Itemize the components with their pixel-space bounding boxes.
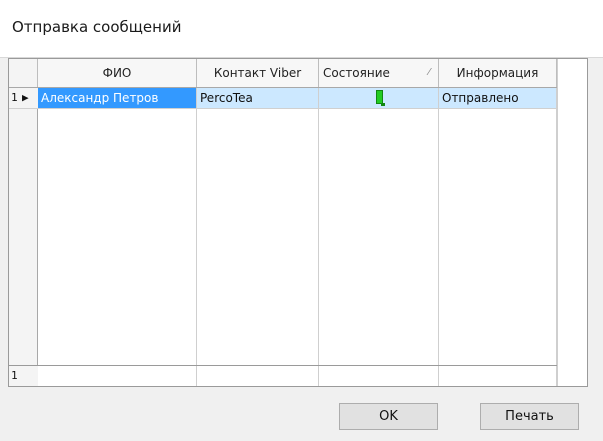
grid-empty-area (557, 59, 587, 386)
row-number-cell[interactable]: 1 ▶ (9, 88, 38, 108)
column-header-fio-label: ФИО (102, 66, 132, 80)
column-header-status-label: Состояние (323, 66, 390, 80)
cell-status[interactable] (319, 88, 439, 108)
footer-count: 1 (11, 369, 18, 382)
title-bar: Отправка сообщений (0, 0, 603, 58)
column-header-info[interactable]: Информация (439, 59, 557, 87)
grid-footer-row: 1 (9, 365, 557, 386)
column-header-status[interactable]: Состояние ⁄ (319, 59, 439, 87)
table-row[interactable]: 1 ▶ Александр Петров PercoTea Отправлено (9, 88, 557, 109)
messages-grid[interactable]: ФИО Контакт Viber Состояние ⁄ Информация… (8, 58, 588, 387)
footer-cell-info (439, 366, 557, 386)
footer-cell-status (319, 366, 439, 386)
footer-count-cell: 1 (9, 366, 38, 386)
footer-cell-viber (197, 366, 319, 386)
cell-info[interactable]: Отправлено (439, 88, 557, 108)
corner-cell (9, 59, 38, 87)
column-header-fio[interactable]: ФИО (38, 59, 197, 87)
ok-button[interactable]: OK (339, 403, 438, 430)
window-title: Отправка сообщений (12, 18, 182, 36)
column-header-viber[interactable]: Контакт Viber (197, 59, 319, 87)
cell-fio[interactable]: Александр Петров (38, 88, 197, 108)
sort-indicator-icon: ⁄ (428, 67, 430, 78)
cell-viber[interactable]: PercoTea (197, 88, 319, 108)
current-row-arrow-icon: ▶ (22, 91, 29, 104)
grid-header: ФИО Контакт Viber Состояние ⁄ Информация (9, 59, 557, 88)
footer-cell-fio (38, 366, 197, 386)
print-button[interactable]: Печать (480, 403, 579, 430)
row-number: 1 (11, 91, 18, 104)
send-messages-window: Отправка сообщений ФИО Контакт Viber Сос… (0, 0, 603, 441)
green-flag-icon (376, 90, 385, 106)
column-header-viber-label: Контакт Viber (213, 66, 302, 80)
column-header-info-label: Информация (456, 66, 539, 80)
